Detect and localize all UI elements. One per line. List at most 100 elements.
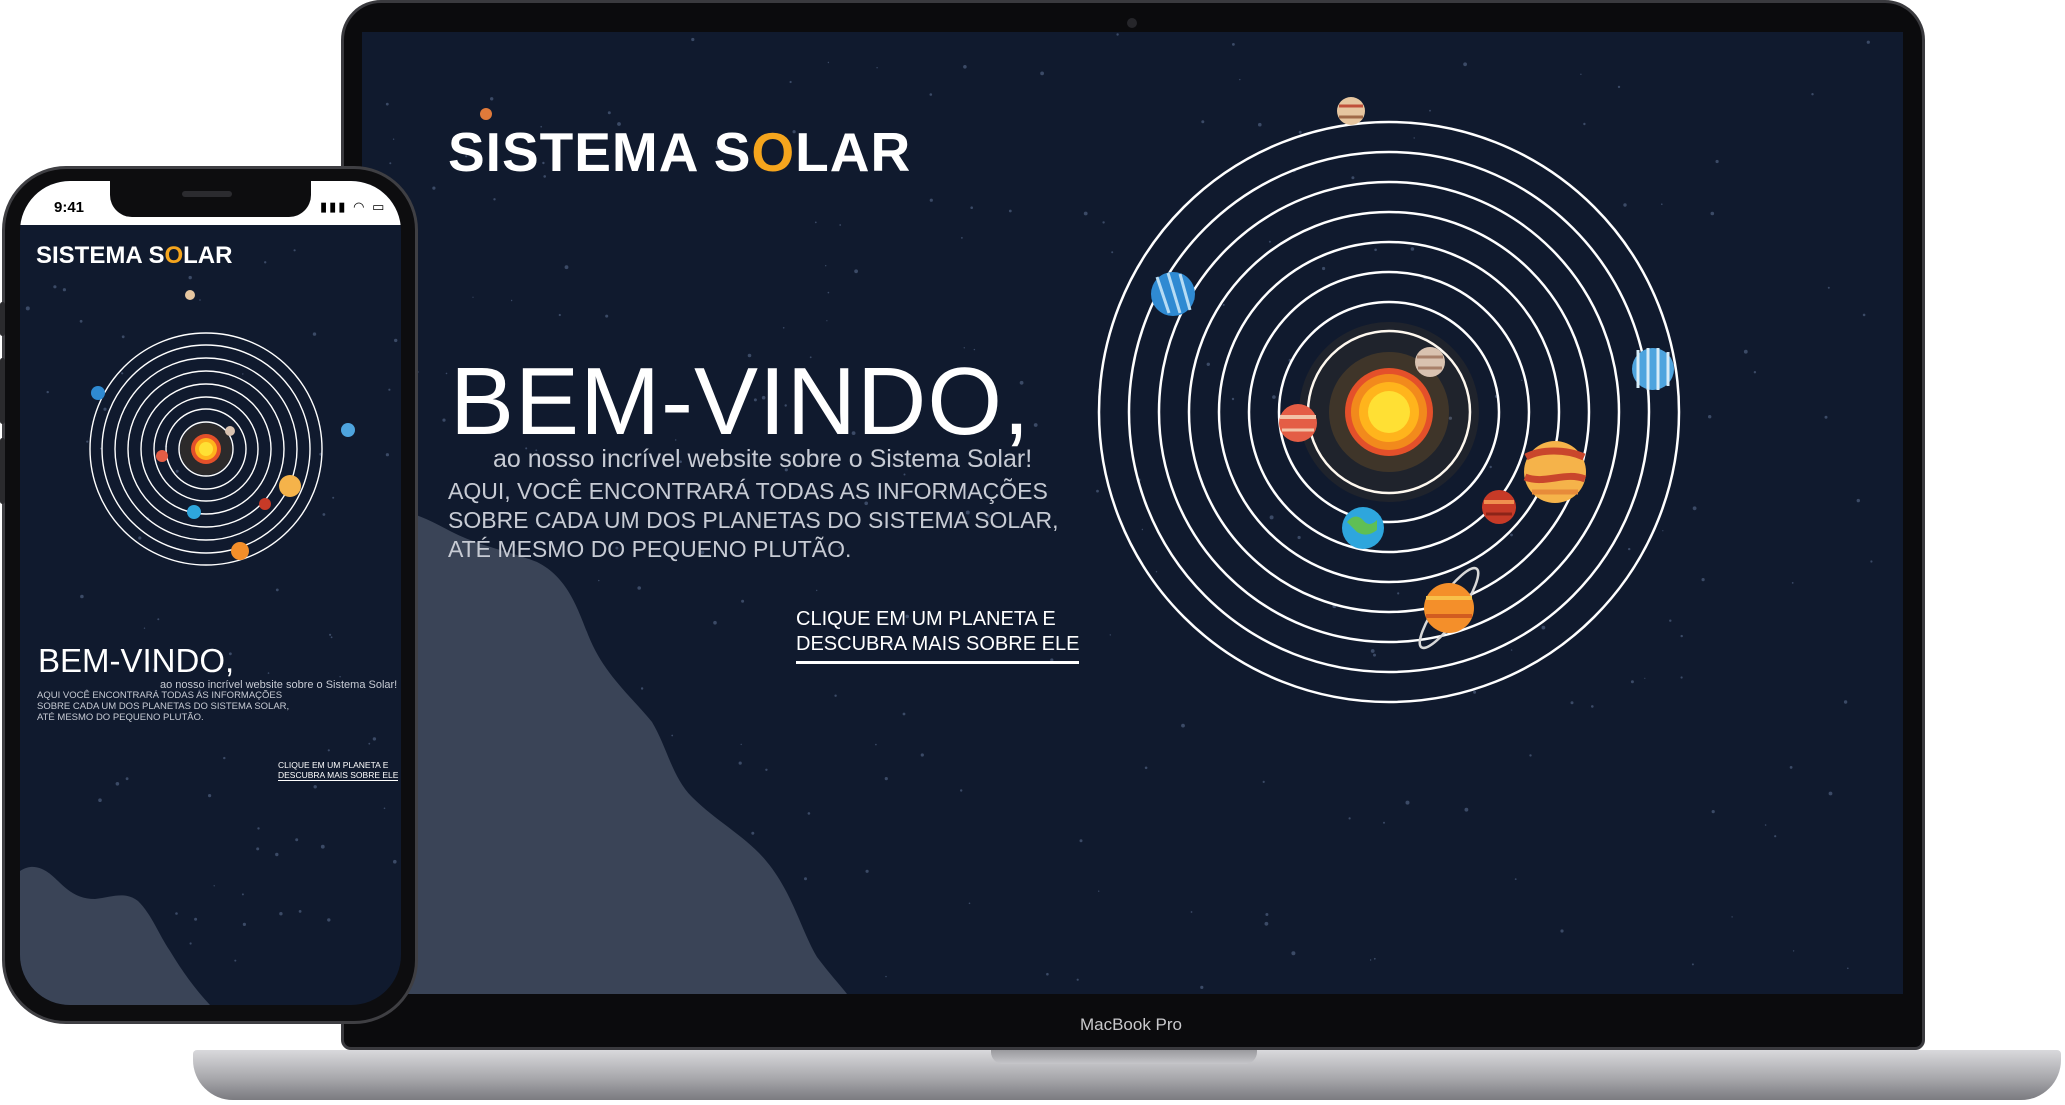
- star: [782, 327, 785, 329]
- star: [1824, 415, 1828, 419]
- star: [671, 734, 674, 737]
- star: [1510, 533, 1513, 537]
- star: [968, 902, 971, 905]
- star: [902, 712, 906, 716]
- star: [1098, 890, 1100, 892]
- star: [1351, 176, 1355, 180]
- star: [25, 306, 30, 311]
- phone-side-button: [0, 302, 5, 336]
- status-icons: ▮▮▮ ◠ ▭: [320, 199, 386, 215]
- pluto-icon: [1337, 97, 1365, 125]
- star: [1669, 619, 1672, 622]
- star: [1232, 43, 1235, 46]
- star: [175, 469, 179, 473]
- star: [1644, 677, 1646, 679]
- pluto-icon: [185, 290, 195, 300]
- star: [1580, 73, 1582, 75]
- cta-link[interactable]: CLIQUE EM UM PLANETA E DESCUBRA MAIS SOB…: [278, 760, 399, 781]
- star: [1463, 62, 1467, 67]
- star: [143, 627, 146, 629]
- star: [1743, 349, 1748, 354]
- star: [827, 291, 830, 294]
- star: [875, 743, 877, 746]
- cta-link[interactable]: CLIQUE EM UM PLANETA E DESCUBRA MAIS SOB…: [796, 607, 1080, 664]
- star: [826, 320, 828, 322]
- star: [330, 636, 333, 639]
- cloud-shape: [362, 509, 847, 994]
- star: [394, 338, 398, 343]
- star: [1521, 379, 1523, 381]
- star: [691, 37, 695, 42]
- star: [1570, 701, 1574, 705]
- hero-body-line: SOBRE CADA UM DOS PLANETAS DO SISTEMA SO…: [448, 507, 1059, 533]
- star: [1541, 625, 1546, 630]
- star: [1116, 33, 1119, 36]
- star: [1046, 972, 1049, 976]
- logo-text-end: LAR: [183, 242, 233, 269]
- star: [1383, 821, 1385, 824]
- battery-icon: ▭: [372, 199, 387, 214]
- hero-body-line: ATÉ MESMO DO PEQUENO PLUTÃO.: [37, 712, 204, 723]
- star: [1715, 159, 1719, 164]
- star: [558, 313, 561, 317]
- star: [765, 768, 768, 771]
- star: [814, 221, 817, 224]
- star: [199, 299, 201, 301]
- star: [1200, 985, 1204, 990]
- cta-line: DESCUBRA MAIS SOBRE ELE: [796, 633, 1080, 655]
- star: [241, 893, 244, 896]
- hero-body-line: AQUI VOCÊ ENCONTRARÁ TODAS AS INFORMAÇÕE…: [37, 690, 283, 701]
- star: [256, 847, 260, 851]
- star: [1262, 780, 1265, 784]
- mercury-icon: [225, 426, 235, 436]
- star: [1222, 303, 1225, 306]
- star: [825, 265, 827, 267]
- star: [327, 918, 331, 922]
- star: [1510, 649, 1513, 651]
- star: [189, 942, 192, 945]
- star: [876, 67, 878, 69]
- star: [1827, 286, 1830, 289]
- star: [493, 198, 496, 201]
- star: [740, 743, 742, 746]
- star: [1269, 515, 1274, 520]
- star: [1373, 653, 1376, 657]
- uranus-icon: [1632, 348, 1674, 390]
- star: [1231, 397, 1235, 401]
- star: [1662, 530, 1664, 532]
- star: [1711, 810, 1715, 814]
- star: [963, 65, 967, 69]
- star: [121, 372, 124, 375]
- star: [929, 198, 933, 202]
- site-logo[interactable]: SISTEMA SOLAR: [448, 108, 911, 184]
- star: [1291, 951, 1296, 956]
- phone-notch: [110, 181, 311, 217]
- hero-title: BEM-VINDO,: [38, 642, 235, 679]
- star: [1583, 122, 1586, 126]
- star: [368, 742, 371, 745]
- star: [242, 922, 246, 927]
- star: [1591, 705, 1594, 708]
- star: [1298, 130, 1302, 134]
- star: [607, 111, 611, 115]
- star: [393, 859, 397, 864]
- star: [1272, 395, 1276, 399]
- hero-body-line: AQUI, VOCÊ ENCONTRARÁ TODAS AS INFORMAÇÕ…: [448, 478, 1048, 504]
- star: [194, 917, 198, 921]
- mercury-icon: [1415, 347, 1445, 377]
- star: [445, 372, 448, 375]
- star: [1397, 592, 1400, 595]
- hero-body-line: SOBRE CADA UM DOS PLANETAS DO SISTEMA SO…: [37, 701, 290, 712]
- star: [275, 852, 279, 857]
- cta-line: CLIQUE EM UM PLANETA E: [278, 760, 389, 770]
- star: [1680, 634, 1683, 638]
- star: [392, 138, 395, 140]
- star: [490, 97, 494, 101]
- star: [322, 513, 326, 516]
- star: [598, 579, 600, 582]
- site-logo[interactable]: SISTEMA SOLAR: [36, 242, 232, 270]
- star: [1661, 203, 1663, 205]
- star: [1862, 313, 1866, 317]
- star: [1623, 203, 1627, 207]
- neptune-icon: [91, 386, 105, 400]
